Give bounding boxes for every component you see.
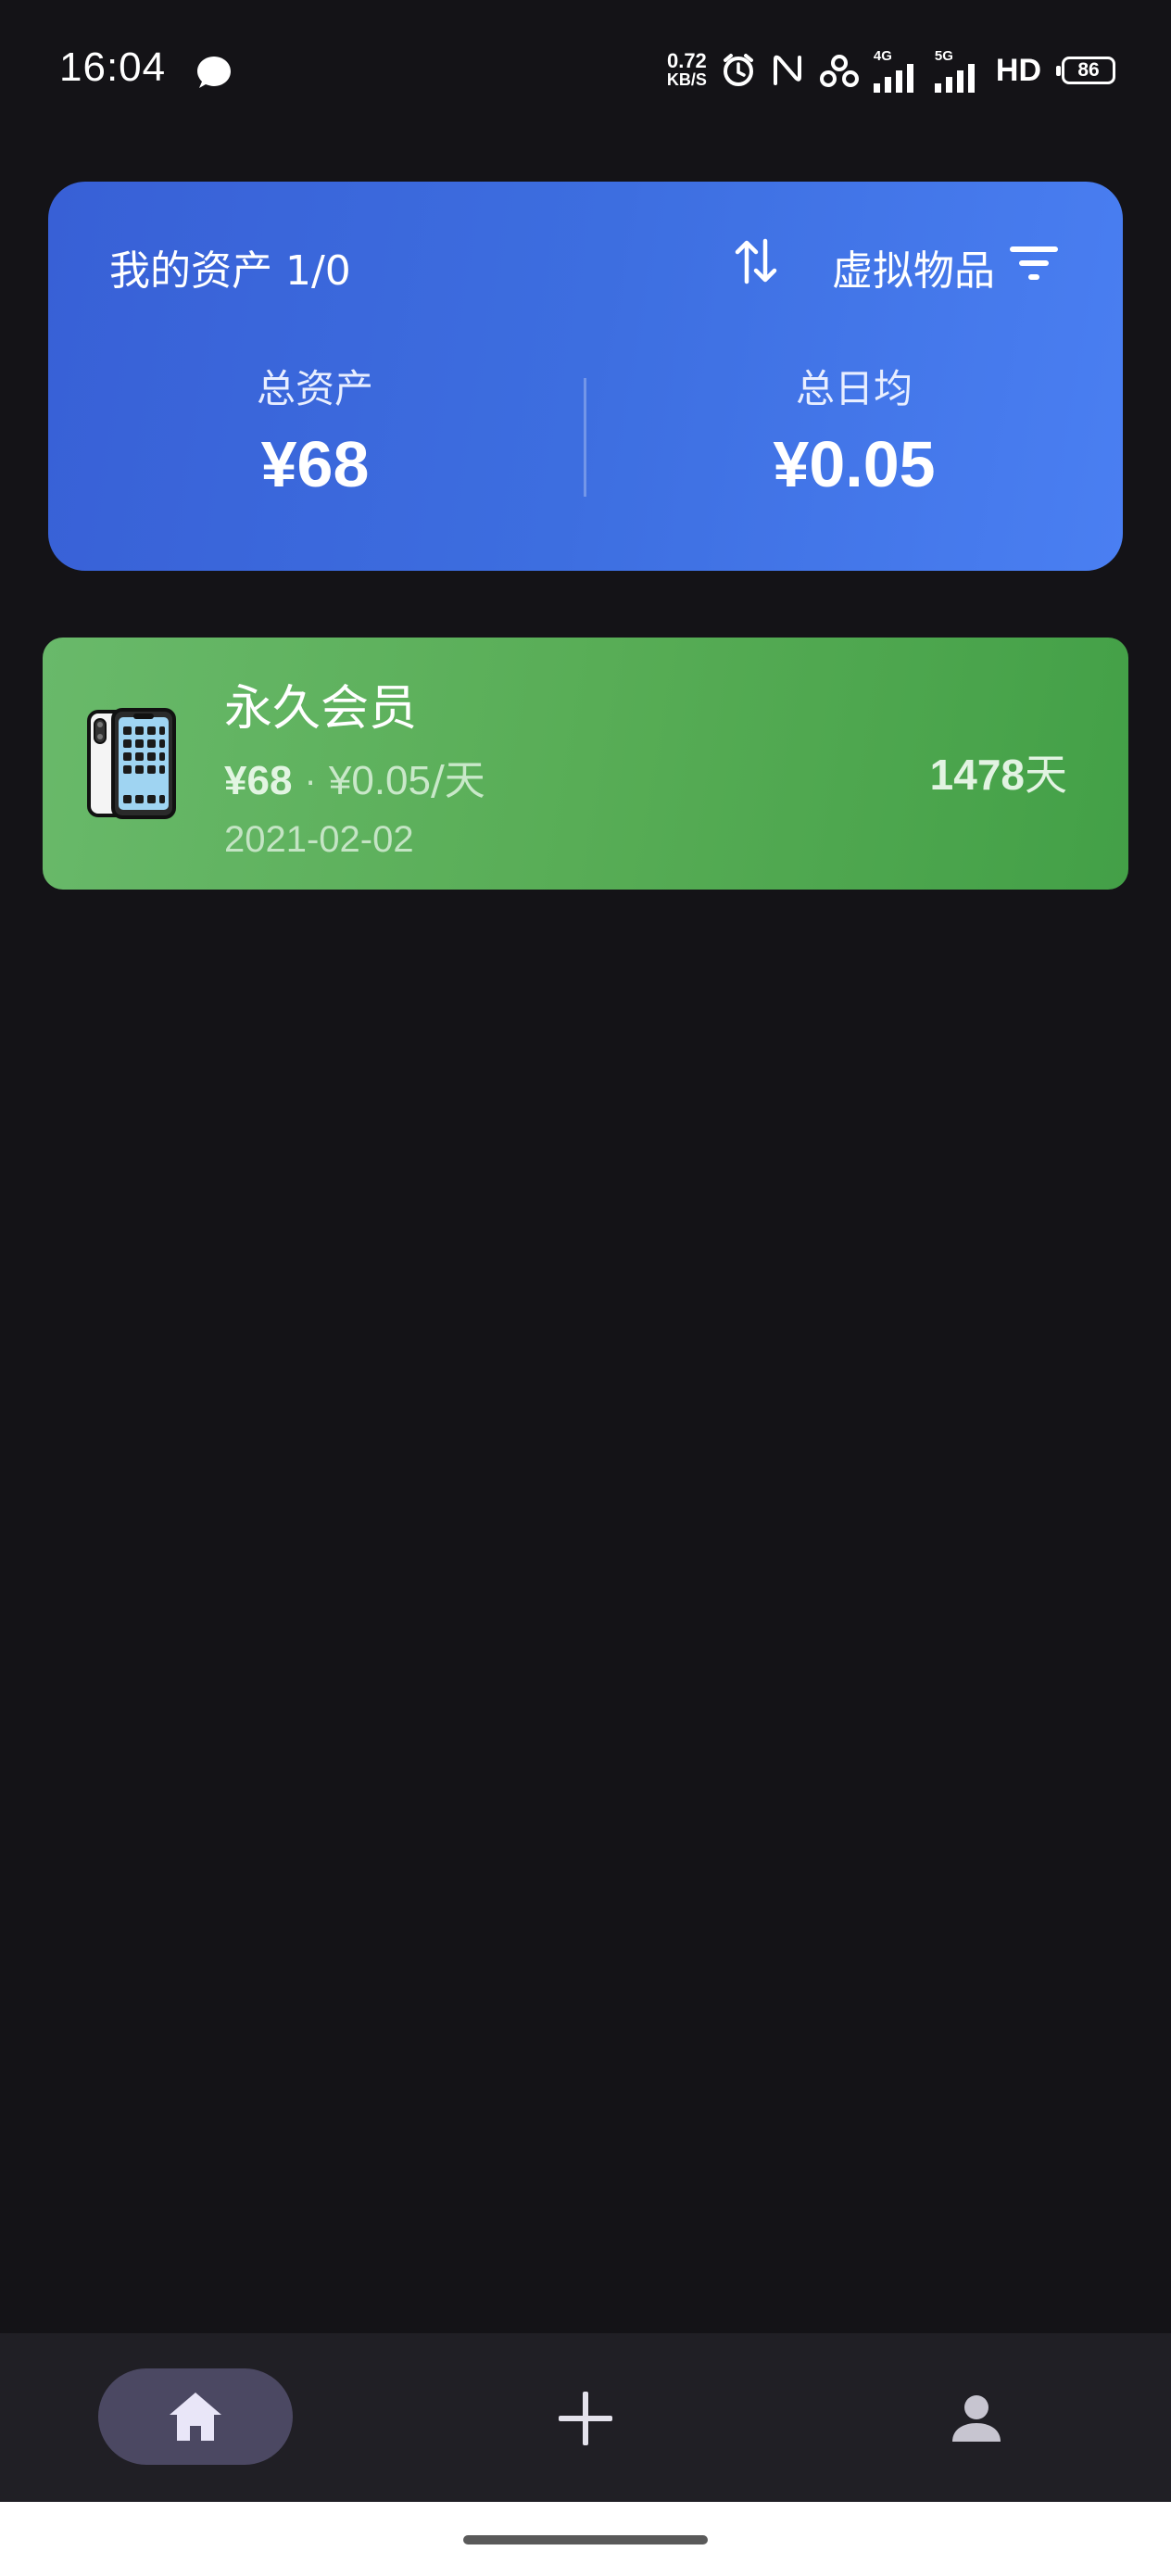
stat-divider bbox=[584, 378, 586, 497]
signal-icon bbox=[873, 63, 913, 93]
phone-illustration-icon bbox=[87, 708, 176, 819]
home-icon bbox=[170, 2393, 221, 2441]
asset-price-line: ¥68 · ¥0.05/天 bbox=[224, 747, 485, 806]
bottom-navigation bbox=[0, 2333, 1171, 2502]
signal-4g-label: 4G bbox=[873, 47, 892, 64]
nav-profile-button[interactable] bbox=[928, 2370, 1025, 2467]
signal-4g: 4G bbox=[873, 47, 922, 93]
status-bar: 16:04 0.72 KB/S 4G 5G HD 86 bbox=[0, 0, 1171, 139]
asset-days-unit: 天 bbox=[1025, 750, 1067, 800]
asset-daily-unit: /天 bbox=[430, 757, 485, 804]
nfc-icon bbox=[773, 55, 801, 85]
total-assets-stat: 总资产 ¥68 bbox=[130, 358, 500, 501]
net-speed-value: 0.72 bbox=[666, 49, 707, 72]
status-time: 16:04 bbox=[59, 44, 167, 90]
nav-home-button[interactable] bbox=[98, 2368, 293, 2465]
summary-title: 我的资产 1/0 bbox=[109, 247, 351, 295]
gesture-navigation-area bbox=[0, 2502, 1171, 2576]
total-assets-value: ¥68 bbox=[260, 428, 370, 500]
chat-bubble-icon bbox=[197, 57, 231, 88]
asset-days-number: 1478 bbox=[929, 751, 1025, 799]
person-icon bbox=[952, 2395, 1001, 2442]
net-speed-unit: KB/S bbox=[666, 70, 707, 89]
asset-list-item[interactable]: 永久会员 ¥68 · ¥0.05/天 2021-02-02 1478天 bbox=[43, 638, 1128, 890]
filter-category-button[interactable]: 虚拟物品 bbox=[832, 237, 995, 297]
nav-add-button[interactable] bbox=[537, 2370, 634, 2467]
asset-separator: · bbox=[305, 764, 316, 802]
battery-level: 86 bbox=[1077, 59, 1100, 81]
daily-average-stat: 总日均 ¥0.05 bbox=[669, 358, 1039, 501]
status-icons: 0.72 KB/S 4G 5G HD 86 bbox=[667, 43, 1115, 98]
sort-icon[interactable] bbox=[732, 235, 780, 287]
daily-average-label: 总日均 bbox=[795, 366, 913, 411]
filter-icon[interactable] bbox=[1008, 243, 1060, 284]
hotspot-icon bbox=[819, 55, 859, 87]
asset-days-owned: 1478天 bbox=[930, 741, 1067, 802]
signal-5g-label: 5G bbox=[934, 47, 953, 64]
battery-icon: 86 bbox=[1056, 57, 1115, 84]
asset-summary-card: 我的资产 1/0 虚拟物品 总资产 ¥68 总日均 ¥0.05 bbox=[48, 182, 1123, 571]
signal-5g: 5G bbox=[934, 47, 983, 93]
plus-icon bbox=[559, 2392, 612, 2445]
alarm-icon bbox=[723, 54, 753, 86]
total-assets-label: 总资产 bbox=[256, 366, 373, 411]
asset-name: 永久会员 bbox=[224, 681, 418, 737]
asset-daily-cost: ¥0.05 bbox=[328, 758, 431, 803]
daily-average-value: ¥0.05 bbox=[773, 428, 936, 500]
app-screen: 16:04 0.72 KB/S 4G 5G HD 86 我的资产 1/0 虚拟物… bbox=[0, 0, 1171, 2576]
net-speed: 0.72 KB/S bbox=[666, 49, 707, 90]
asset-price: ¥68 bbox=[224, 758, 293, 803]
signal-icon bbox=[934, 63, 975, 93]
hd-label: HD bbox=[995, 52, 1041, 88]
asset-purchase-date: 2021-02-02 bbox=[224, 819, 414, 860]
gesture-handle[interactable] bbox=[463, 2535, 708, 2544]
